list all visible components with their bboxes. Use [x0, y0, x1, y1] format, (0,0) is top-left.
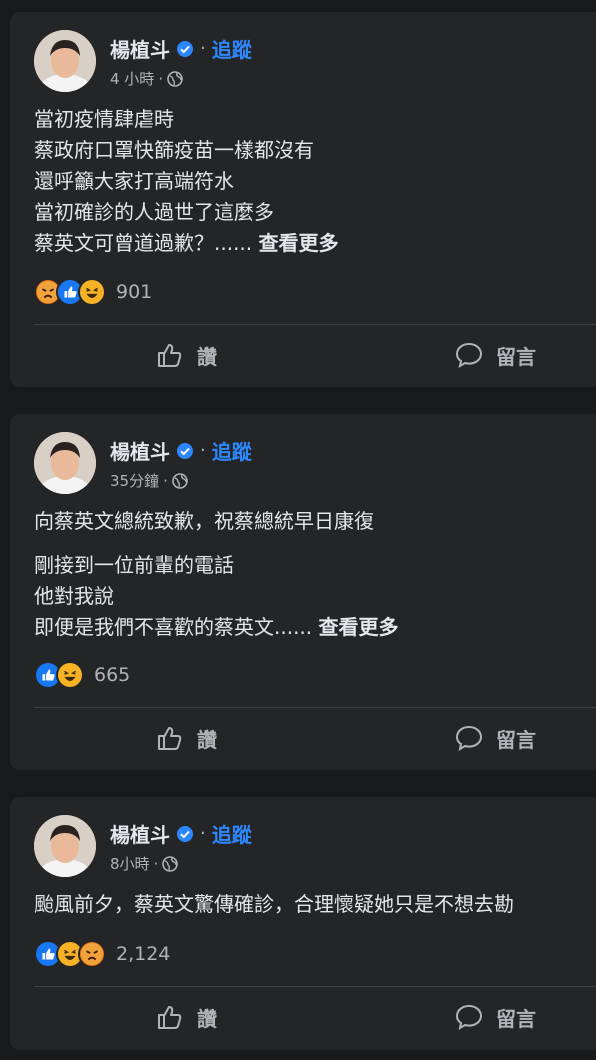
verified-badge-icon	[176, 442, 194, 460]
see-more-link[interactable]: 查看更多	[259, 231, 339, 255]
thumbs-up-icon	[158, 1006, 182, 1029]
comment-icon	[455, 342, 483, 369]
post-text: 向蔡英文總統致歉，祝蔡總統早日康復 剛接到一位前輩的電話 他對我說 即便是我們不…	[34, 506, 399, 643]
separator-dot: ·	[153, 854, 159, 873]
post-time[interactable]: 4 小時	[110, 68, 154, 89]
like-label: 讚	[197, 727, 217, 752]
globe-icon[interactable]	[167, 70, 183, 87]
thumbs-up-icon	[158, 344, 182, 367]
separator-dot: ·	[200, 440, 206, 461]
post-line: 蔡英文可曾道過歉？......	[34, 231, 253, 255]
avatar[interactable]	[34, 30, 96, 92]
comment-icon	[455, 725, 483, 752]
globe-icon[interactable]	[172, 472, 188, 489]
post-line: 即便是我們不喜歡的蔡英文......	[34, 615, 313, 639]
verified-badge-icon	[176, 40, 194, 58]
thumbs-up-icon	[158, 727, 182, 750]
reaction-count[interactable]: 2,124	[116, 943, 170, 965]
avatar[interactable]	[34, 815, 96, 877]
haha-icon	[78, 278, 106, 306]
post-line: 颱風前夕，蔡英文驚傳確診，合理懷疑她只是不想去勘	[34, 892, 514, 916]
post-line: 還呼籲大家打高端符水	[34, 169, 234, 193]
avatar[interactable]	[34, 432, 96, 494]
comment-label: 留言	[496, 727, 536, 752]
post-card: 楊植斗 · 追蹤 4 小時 · 當初疫情肆虐時 蔡政府口罩快篩疫苗一樣都沒有 還…	[10, 12, 596, 387]
divider	[34, 986, 596, 987]
post-card: 楊植斗 · 追蹤 8小時 · 颱風前夕，蔡英文驚傳確診，合理懷疑她只是不想去勘 …	[10, 797, 596, 1050]
post-text: 當初疫情肆虐時 蔡政府口罩快篩疫苗一樣都沒有 還呼籲大家打高端符水 當初確診的人…	[34, 104, 339, 259]
reaction-summary[interactable]: 665	[34, 661, 130, 689]
post-line: 當初確診的人過世了這麼多	[34, 200, 274, 224]
post-line: 蔡政府口罩快篩疫苗一樣都沒有	[34, 138, 314, 162]
divider	[34, 324, 596, 325]
separator-dot: ·	[200, 38, 206, 59]
separator-dot: ·	[200, 823, 206, 844]
separator-dot: ·	[163, 471, 168, 490]
post-header: 楊植斗 · 追蹤 4 小時 ·	[34, 30, 594, 94]
reaction-summary[interactable]: 2,124	[34, 940, 170, 968]
post-card: 楊植斗 · 追蹤 35分鐘 · 向蔡英文總統致歉，祝蔡總統早日康復 剛接到一位前…	[10, 414, 596, 770]
comment-button[interactable]: 留言	[454, 340, 536, 370]
post-header: 楊植斗 · 追蹤 35分鐘 ·	[34, 432, 594, 496]
haha-icon	[56, 661, 84, 689]
divider	[34, 707, 596, 708]
comment-label: 留言	[496, 344, 536, 369]
angry-icon	[78, 940, 106, 968]
post-headline: 向蔡英文總統致歉，祝蔡總統早日康復	[34, 509, 374, 533]
like-button[interactable]: 讚	[155, 723, 217, 753]
follow-button[interactable]: 追蹤	[212, 34, 252, 63]
like-button[interactable]: 讚	[155, 340, 217, 370]
author-name[interactable]: 楊植斗	[110, 819, 170, 848]
reaction-count[interactable]: 665	[94, 664, 130, 686]
post-text: 颱風前夕，蔡英文驚傳確診，合理懷疑她只是不想去勘	[34, 889, 514, 920]
reaction-summary[interactable]: 901	[34, 278, 152, 306]
follow-button[interactable]: 追蹤	[212, 819, 252, 848]
post-line: 他對我說	[34, 584, 114, 608]
verified-badge-icon	[176, 825, 194, 843]
reaction-count[interactable]: 901	[116, 281, 152, 303]
post-time[interactable]: 35分鐘	[110, 470, 159, 491]
comment-icon	[455, 1004, 483, 1031]
post-header: 楊植斗 · 追蹤 8小時 ·	[34, 815, 594, 879]
separator-dot: ·	[158, 69, 164, 88]
comment-button[interactable]: 留言	[454, 723, 536, 753]
author-name[interactable]: 楊植斗	[110, 34, 170, 63]
globe-icon[interactable]	[162, 855, 179, 872]
like-label: 讚	[197, 344, 217, 369]
post-time[interactable]: 8小時	[110, 853, 150, 874]
like-button[interactable]: 讚	[155, 1002, 217, 1032]
post-line: 剛接到一位前輩的電話	[34, 553, 234, 577]
post-line: 當初疫情肆虐時	[34, 107, 174, 131]
follow-button[interactable]: 追蹤	[212, 436, 252, 465]
comment-button[interactable]: 留言	[454, 1002, 536, 1032]
comment-label: 留言	[496, 1006, 536, 1031]
like-label: 讚	[197, 1006, 217, 1031]
author-name[interactable]: 楊植斗	[110, 436, 170, 465]
see-more-link[interactable]: 查看更多	[319, 615, 399, 639]
